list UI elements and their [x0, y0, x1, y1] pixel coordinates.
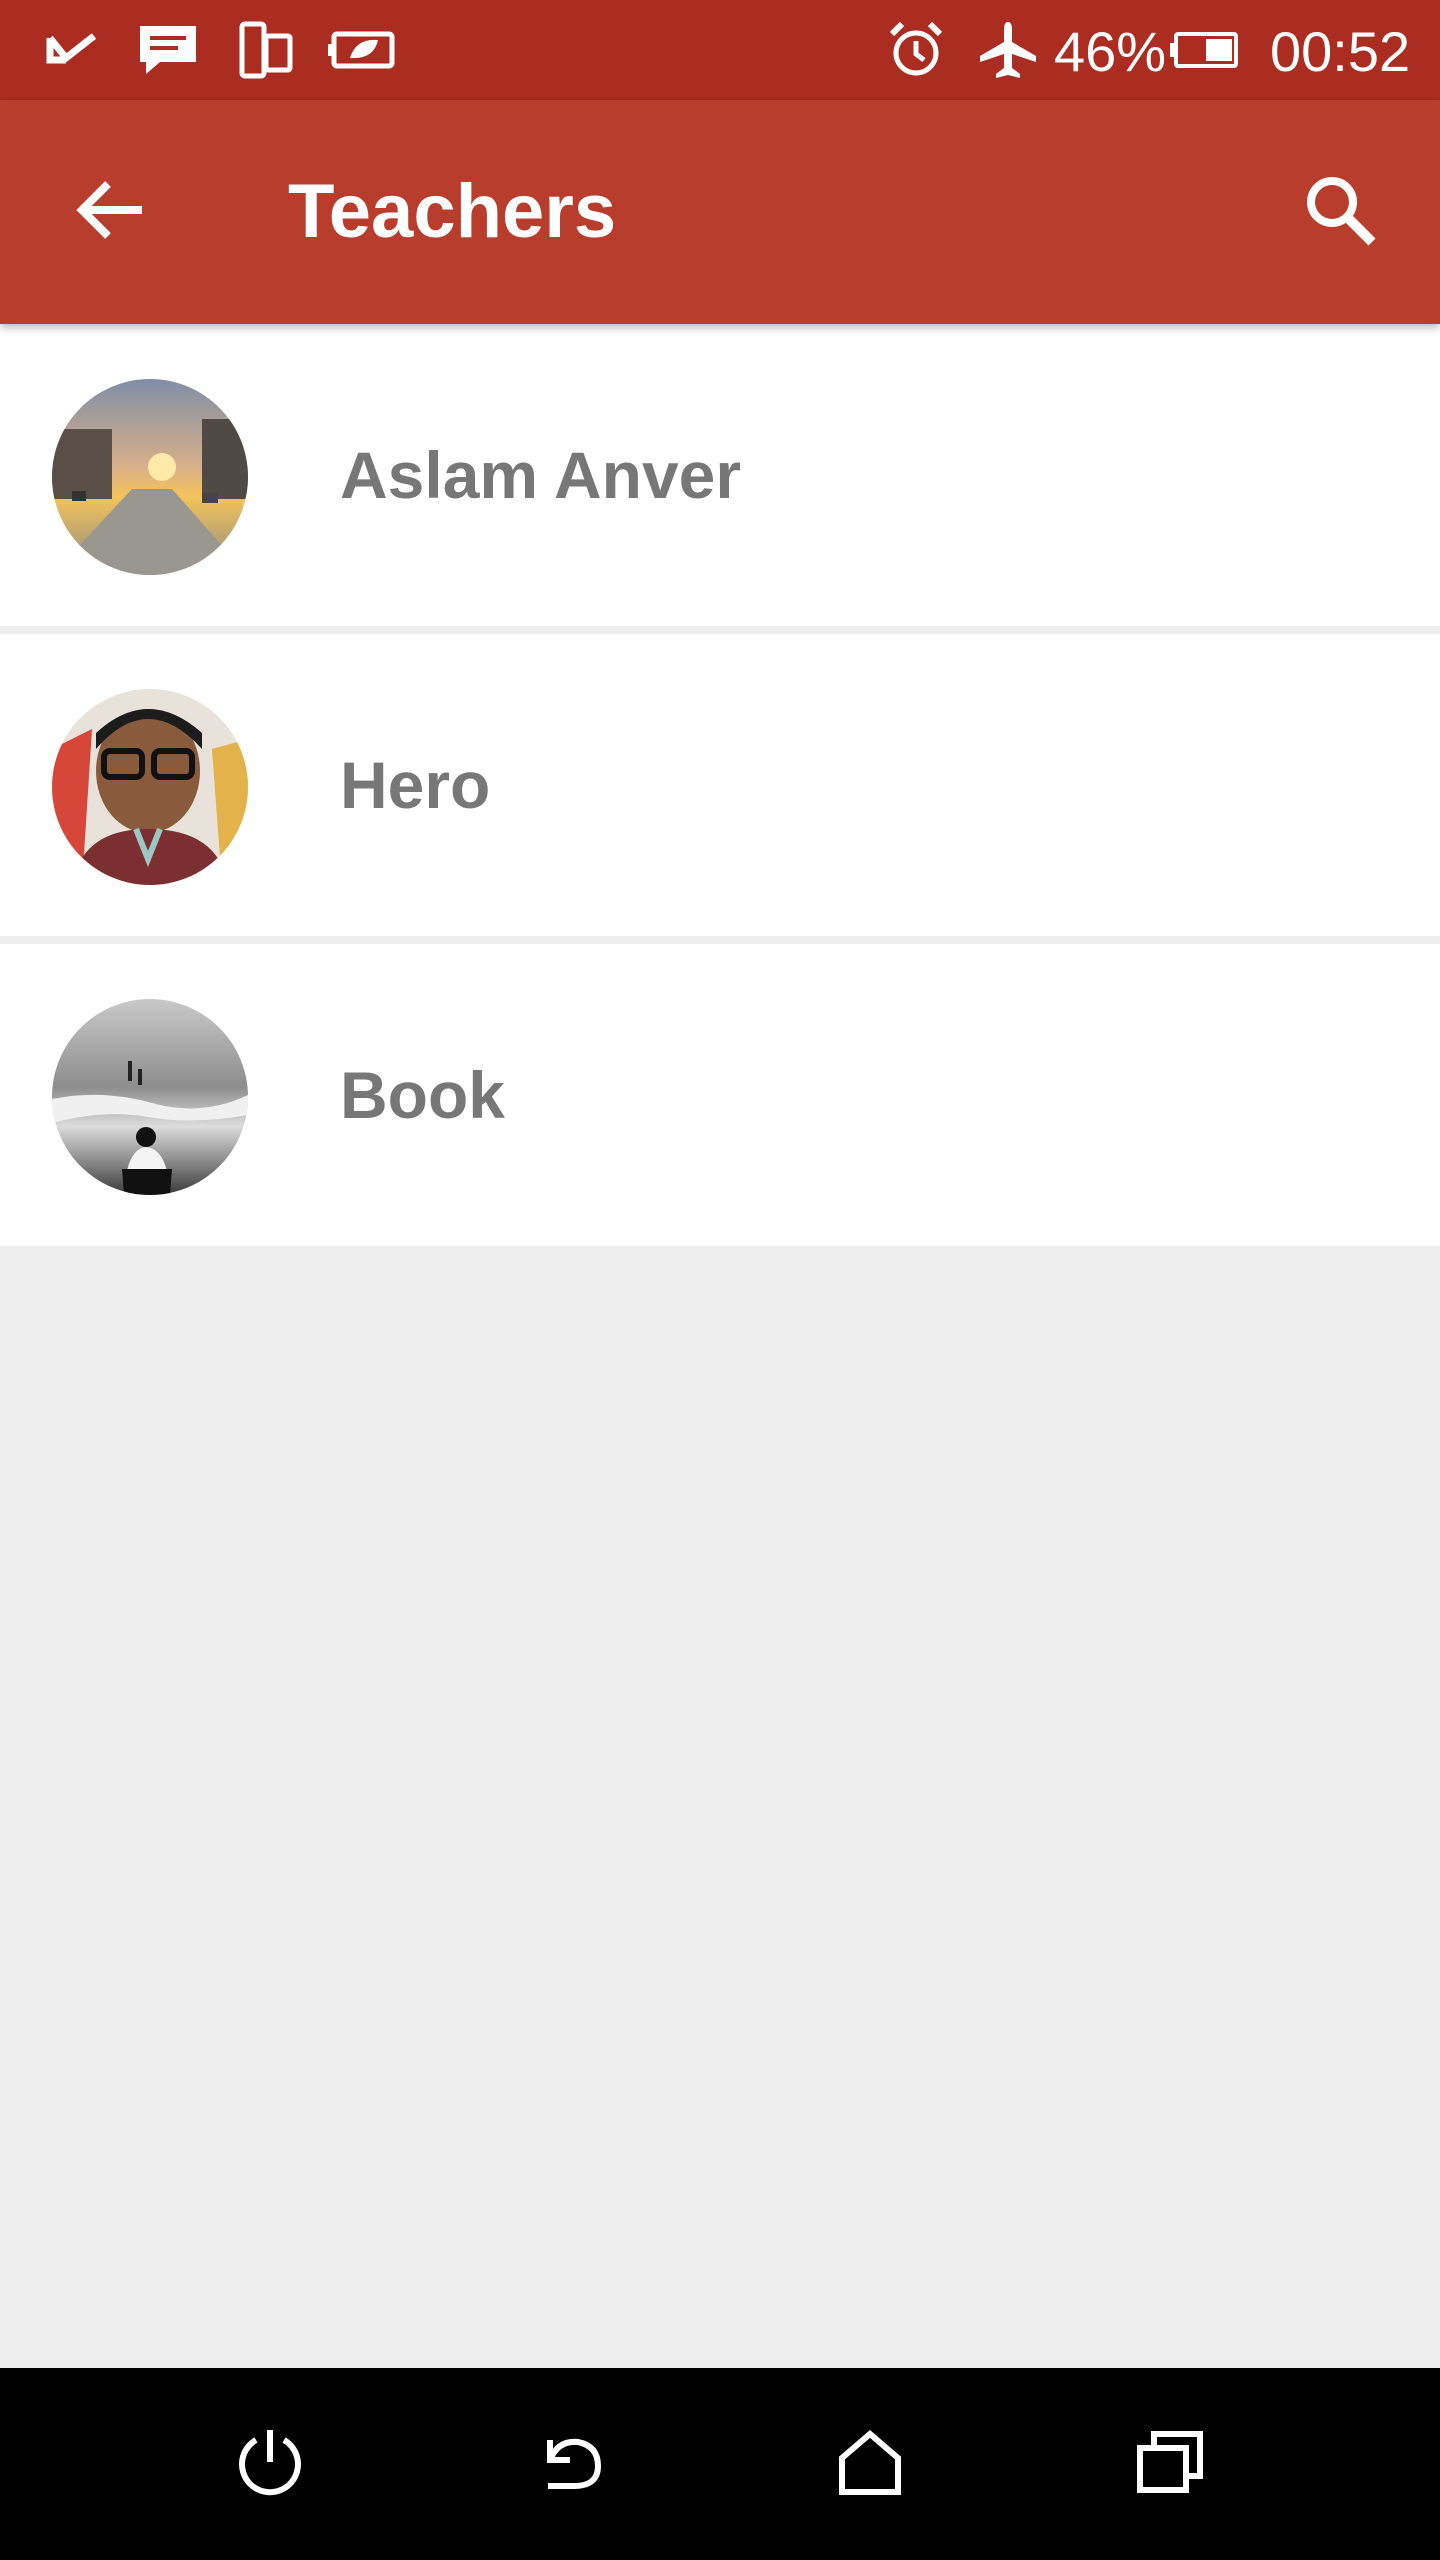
beach-bw-photo: [52, 999, 248, 1195]
recents-icon: [1134, 2428, 1206, 2501]
clock: 00:52: [1270, 20, 1411, 83]
arrow-back-icon: [76, 178, 148, 247]
home-button[interactable]: [810, 2404, 930, 2524]
app-bar: Teachers: [0, 100, 1440, 324]
message-icon: [134, 18, 202, 82]
search-icon: [1302, 172, 1378, 253]
navigation-bar: [0, 2368, 1440, 2560]
dual-device-icon: [234, 18, 298, 82]
home-icon: [836, 2428, 904, 2501]
man-with-glasses-photo: [52, 689, 248, 885]
power-icon: [234, 2426, 306, 2503]
check-icon: [40, 18, 104, 82]
page-title: Teachers: [288, 169, 617, 254]
teacher-name: Hero: [340, 748, 491, 822]
teacher-item[interactable]: Book: [0, 944, 1440, 1246]
avatar: [52, 689, 248, 885]
power-button[interactable]: [210, 2404, 330, 2524]
teacher-name: Aslam Anver: [340, 438, 742, 512]
avatar: [52, 999, 248, 1195]
nav-back-button[interactable]: [510, 2404, 630, 2524]
airplane-mode-icon: [974, 18, 1042, 82]
teacher-item[interactable]: Aslam Anver: [0, 324, 1440, 626]
battery-percent: 46%: [1054, 20, 1167, 83]
status-bar: 46% 00:52: [0, 0, 1440, 100]
recents-button[interactable]: [1110, 2404, 1230, 2524]
back-icon: [534, 2430, 606, 2499]
alarm-icon: [884, 18, 948, 82]
eco-battery-icon: [322, 18, 402, 82]
teacher-name: Book: [340, 1058, 505, 1132]
avatar: [52, 379, 248, 575]
street-sunset-photo: [52, 379, 248, 575]
teacher-item[interactable]: Hero: [0, 634, 1440, 936]
search-button[interactable]: [1280, 156, 1400, 268]
battery-icon: [1168, 18, 1240, 82]
teacher-list: Aslam Anver Hero Book: [0, 324, 1440, 1246]
back-button[interactable]: [52, 156, 172, 268]
